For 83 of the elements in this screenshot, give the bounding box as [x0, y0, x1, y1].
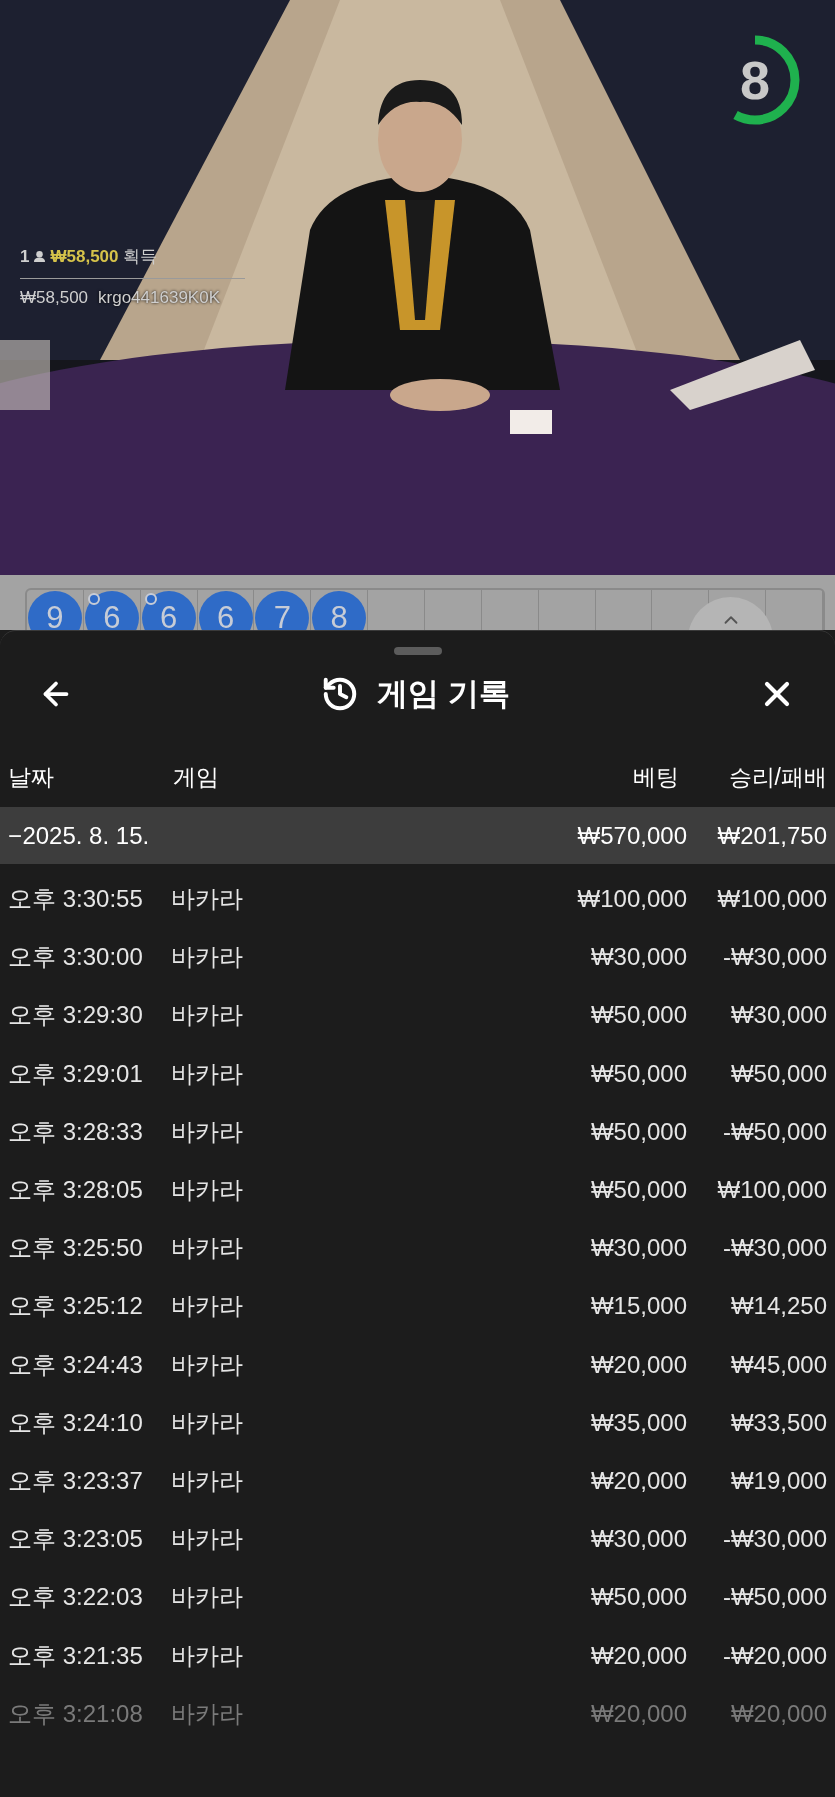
bead: 6: [84, 591, 139, 630]
group-bet-total: ₩570,000: [576, 820, 687, 851]
result-cell-text: -₩30,000: [721, 1233, 827, 1264]
bet-cell-text: ₩20,000: [589, 1640, 687, 1671]
result-cell-text: ₩30,000: [729, 1000, 827, 1031]
result-cell-text: ₩19,000: [729, 1465, 827, 1496]
time-cell-text: 오후 3:22:03: [8, 1582, 144, 1613]
game-cell-text: 바카라: [171, 1698, 244, 1729]
result-cell-text: -₩30,000: [721, 1524, 827, 1555]
bet-cell-text: ₩15,000: [589, 1291, 687, 1322]
bead: 9: [27, 591, 82, 630]
group-result-total: ₩201,750: [716, 820, 827, 851]
bet-cell-text: ₩20,000: [589, 1698, 687, 1729]
time-cell-text: 오후 3:24:43: [8, 1349, 144, 1380]
game-cell-text: 바카라: [171, 1640, 244, 1671]
column-header: 승리/패배: [727, 762, 827, 792]
result-cell-text: ₩50,000: [729, 1058, 827, 1089]
result-cell-text: -₩50,000: [721, 1116, 827, 1147]
drag-handle: [393, 647, 442, 655]
time-cell-text: 오후 3:28:05: [8, 1175, 144, 1206]
result-cell-text: -₩20,000: [721, 1640, 827, 1671]
winner-label: 획득: [122, 246, 157, 268]
bet-cell-text: ₩20,000: [589, 1349, 687, 1380]
result-cell-text: ₩45,000: [729, 1349, 827, 1380]
result-cell-text: ₩100,000: [716, 1175, 827, 1206]
bead: 6: [141, 591, 196, 630]
bead: 7: [255, 591, 310, 630]
bet-cell-text: ₩100,000: [576, 884, 687, 915]
game-cell-text: 바카라: [171, 1291, 244, 1322]
time-cell-text: 오후 3:21:08: [8, 1698, 144, 1729]
result-cell-text: -₩50,000: [721, 1582, 827, 1613]
time-cell-text: 오후 3:30:55: [8, 884, 144, 915]
column-header: 날짜: [8, 762, 55, 792]
game-cell-text: 바카라: [171, 1582, 244, 1613]
bet-cell-text: ₩50,000: [589, 1058, 687, 1089]
time-cell-text: 오후 3:28:33: [8, 1116, 144, 1147]
time-cell-text: 오후 3:29:30: [8, 1000, 144, 1031]
result-cell-text: ₩20,000: [729, 1698, 827, 1729]
time-cell-text: 오후 3:25:50: [8, 1233, 144, 1264]
bet-cell-text: ₩50,000: [589, 1582, 687, 1613]
sheet-title: 게임 기록: [377, 674, 510, 713]
game-cell-text: 바카라: [171, 1349, 244, 1380]
countdown-number: 8: [739, 48, 770, 112]
time-cell-text: 오후 3:25:12: [8, 1291, 144, 1322]
game-cell-text: 바카라: [171, 1407, 244, 1438]
game-cell-text: 바카라: [171, 1116, 244, 1147]
result-cell-text: ₩100,000: [716, 884, 827, 915]
bet-cell-text: ₩50,000: [589, 1116, 687, 1147]
column-header: 베팅: [632, 762, 680, 792]
game-cell-text: 바카라: [171, 1465, 244, 1496]
winner-amount: ₩58,500: [50, 246, 119, 268]
bet-cell-text: ₩50,000: [589, 1175, 687, 1206]
game-cell-text: 바카라: [171, 1000, 244, 1031]
bet-cell-text: ₩30,000: [589, 1524, 687, 1555]
game-cell-text: 바카라: [171, 884, 244, 915]
result-cell-text: -₩30,000: [721, 942, 827, 973]
time-cell-text: 오후 3:21:35: [8, 1640, 144, 1671]
game-cell-text: 바카라: [171, 942, 244, 973]
bet-cell-text: ₩35,000: [589, 1407, 687, 1438]
time-cell-text: 오후 3:29:01: [8, 1058, 144, 1089]
game-cell-text: 바카라: [171, 1175, 244, 1206]
bet-cell-text: ₩20,000: [589, 1465, 687, 1496]
payout-amount: ₩58,500: [20, 286, 89, 309]
column-header: 게임: [173, 762, 220, 792]
winner-rank: 1: [20, 246, 30, 268]
bead: 8: [312, 591, 367, 630]
person-icon: [33, 250, 47, 264]
date-group-row[interactable]: −2025. 8. 15. ₩570,000 ₩201,750: [0, 807, 835, 864]
collapse-sign: −: [8, 820, 23, 851]
bet-cell-text: ₩50,000: [589, 1000, 687, 1031]
time-cell-text: 오후 3:24:10: [8, 1407, 144, 1438]
time-cell-text: 오후 3:23:05: [8, 1524, 144, 1555]
bet-cell-text: ₩30,000: [589, 942, 687, 973]
group-date: 2025. 8. 15.: [22, 820, 151, 851]
time-cell-text: 오후 3:23:37: [8, 1465, 144, 1496]
game-cell-text: 바카라: [171, 1524, 244, 1555]
game-cell-text: 바카라: [171, 1233, 244, 1264]
game-cell-text: 바카라: [171, 1058, 244, 1089]
result-cell-text: ₩14,250: [729, 1291, 827, 1322]
time-cell-text: 오후 3:30:00: [8, 942, 144, 973]
result-cell-text: ₩33,500: [729, 1407, 827, 1438]
bead: 6: [198, 591, 253, 630]
bet-cell-text: ₩30,000: [589, 1233, 687, 1264]
